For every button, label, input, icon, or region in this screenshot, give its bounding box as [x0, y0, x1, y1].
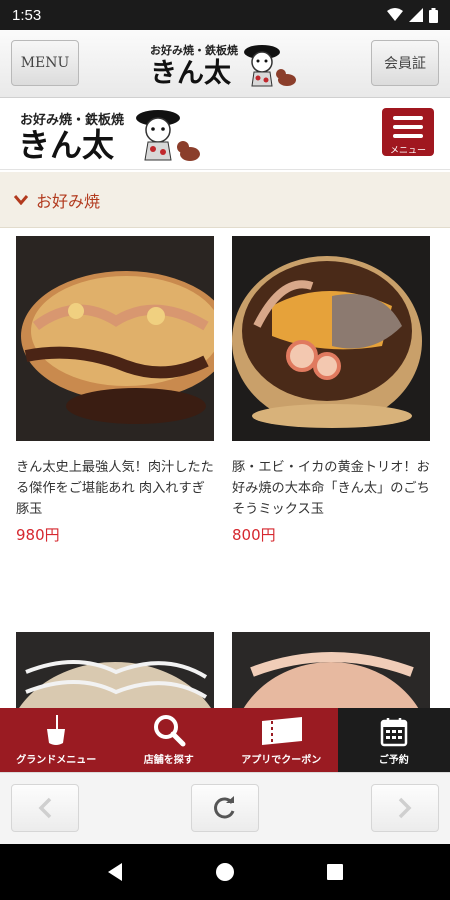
- reload-button[interactable]: [191, 784, 259, 832]
- nav-label: アプリでクーポン: [241, 755, 322, 766]
- browser-toolbar: [0, 772, 450, 844]
- menu-card[interactable]: きん太史上最強人気！肉汁したたる傑作をご堪能あれ 肉入れすぎ豚玉 980円: [16, 236, 214, 545]
- menu-button[interactable]: MENU: [11, 40, 79, 86]
- android-back-icon[interactable]: [106, 862, 124, 882]
- menu-card[interactable]: [232, 632, 430, 708]
- site-logo[interactable]: お好み焼・鉄板焼 きん太: [18, 104, 203, 164]
- status-icons: [387, 7, 438, 23]
- calendar-icon: [380, 718, 407, 747]
- battery-icon: [429, 7, 438, 23]
- reservation-tab[interactable]: ご予約: [337, 708, 450, 772]
- menu-item-description: 豚・エビ・イカの黄金トリオ！お好み焼の大本命「きん太」のごちそうミックス玉: [232, 460, 430, 517]
- android-home-icon[interactable]: [215, 862, 235, 882]
- nav-label: ご予約: [378, 755, 409, 766]
- grand-menu-tab[interactable]: グランドメニュー: [0, 708, 113, 772]
- app-logo: お好み焼・鉄板焼 きん太: [150, 38, 300, 90]
- site-header: お好み焼・鉄板焼 きん太 メニュー: [0, 98, 450, 170]
- signal-icon: [409, 8, 423, 22]
- ladle-icon: [47, 715, 66, 745]
- nav-label: グランドメニュー: [16, 755, 97, 766]
- back-button[interactable]: [11, 784, 79, 832]
- chevron-right-icon: [398, 797, 412, 819]
- coupon-tab[interactable]: アプリでクーポン: [225, 708, 338, 772]
- menu-item-price: 980円: [16, 526, 60, 544]
- status-bar: 1:53: [0, 0, 450, 30]
- menu-card[interactable]: 豚・エビ・イカの黄金トリオ！お好み焼の大本命「きん太」のごちそうミックス玉 80…: [232, 236, 430, 545]
- find-store-tab[interactable]: 店舗を探す: [112, 708, 225, 772]
- forward-button[interactable]: [371, 784, 439, 832]
- menu-photo: [232, 236, 430, 441]
- hamburger-label: メニュー: [389, 146, 426, 156]
- hamburger-icon: [393, 116, 423, 120]
- android-recents-icon[interactable]: [326, 863, 344, 881]
- menu-photo: [16, 632, 214, 708]
- app-header: MENU お好み焼・鉄板焼 きん太 会員証: [0, 30, 450, 98]
- menu-item-description: きん太史上最強人気！肉汁したたる傑作をご堪能あれ 肉入れすぎ豚玉: [16, 460, 214, 517]
- android-navigation-bar: [0, 844, 450, 900]
- menu-photo: [232, 632, 430, 708]
- ticket-icon: [262, 717, 303, 745]
- section-heading[interactable]: お好み焼: [0, 172, 450, 228]
- menu-item-price: 800円: [232, 526, 276, 544]
- hamburger-menu-button[interactable]: メニュー: [382, 108, 434, 156]
- chevron-down-icon: [13, 190, 29, 209]
- menu-card[interactable]: [16, 632, 214, 708]
- status-time: 1:53: [12, 6, 42, 24]
- member-card-button[interactable]: 会員証: [371, 40, 439, 86]
- svg-text:きん太: きん太: [18, 126, 114, 164]
- svg-text:きん太: きん太: [150, 58, 232, 89]
- section-title: お好み焼: [36, 191, 101, 211]
- bottom-navigation: グランドメニュー 店舗を探す アプリでクーポン ご予約: [0, 708, 450, 772]
- chevron-left-icon: [38, 797, 52, 819]
- wifi-icon: [387, 8, 403, 21]
- menu-photo: [16, 236, 214, 441]
- search-icon: [153, 715, 186, 747]
- svg-text:お好み焼・鉄板焼: お好み焼・鉄板焼: [150, 43, 238, 57]
- reload-icon: [214, 796, 235, 819]
- menu-grid: きん太史上最強人気！肉汁したたる傑作をご堪能あれ 肉入れすぎ豚玉 980円 豚・…: [0, 236, 450, 708]
- nav-label: 店舗を探す: [143, 755, 194, 766]
